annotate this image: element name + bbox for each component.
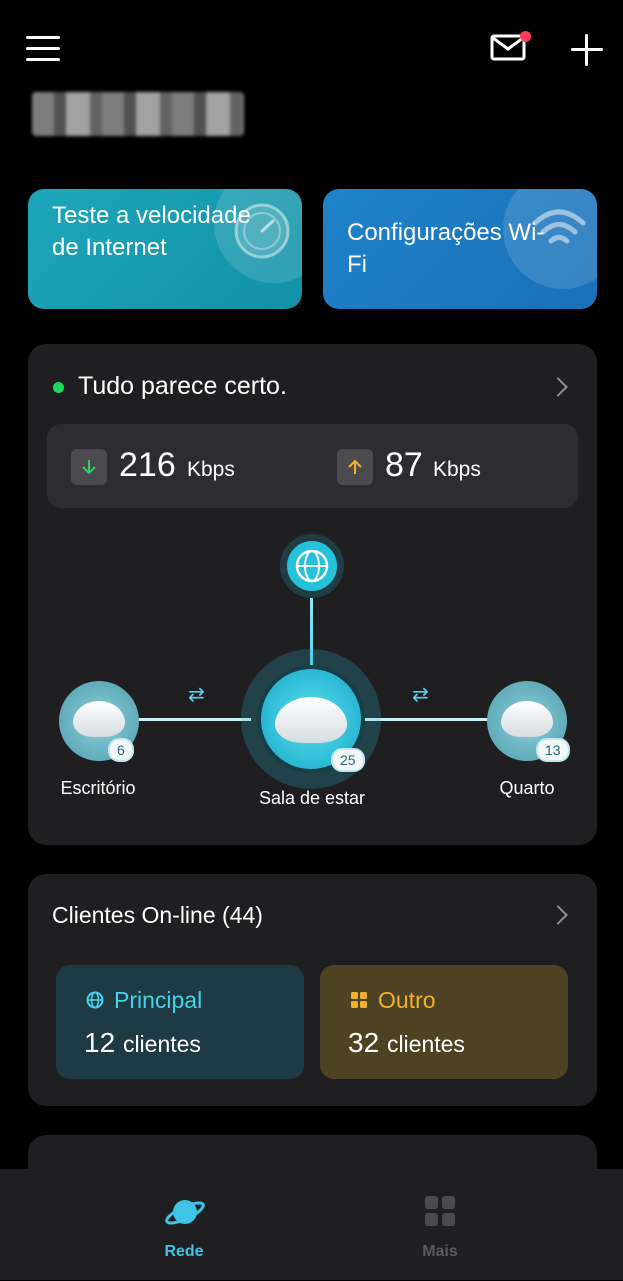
outro-count: 32 bbox=[348, 1027, 380, 1058]
principal-unit: clientes bbox=[122, 1031, 201, 1057]
bottom-nav: Rede Mais bbox=[0, 1169, 623, 1280]
apps-grid-icon bbox=[425, 1196, 455, 1226]
notification-dot bbox=[520, 31, 531, 42]
principal-count-row: 12 clientes bbox=[84, 1027, 201, 1059]
link-left bbox=[121, 718, 251, 721]
router-icon bbox=[73, 701, 125, 737]
outro-count-row: 32 clientes bbox=[348, 1027, 465, 1059]
speed-summary: 216 Kbps 87 Kbps bbox=[47, 424, 578, 508]
upload-unit: Kbps bbox=[433, 458, 481, 481]
download-unit: Kbps bbox=[187, 458, 235, 481]
globe-icon bbox=[287, 541, 337, 591]
nav-item-rede[interactable]: Rede bbox=[144, 1189, 224, 1281]
node-label: Quarto bbox=[499, 778, 555, 798]
wifi-settings-card[interactable]: Configurações Wi-Fi bbox=[323, 189, 597, 309]
nav-item-mais[interactable]: Mais bbox=[400, 1189, 480, 1281]
globe-icon bbox=[86, 991, 104, 1009]
node-label: Sala de estar bbox=[258, 788, 366, 808]
network-status-panel: Tudo parece certo. 216 Kbps 87 Kbps ⇄ ⇄ … bbox=[28, 344, 597, 845]
planet-icon bbox=[165, 1200, 205, 1225]
status-ok-dot bbox=[53, 382, 64, 393]
speed-test-label: Teste a velocidade de Internet bbox=[52, 202, 251, 261]
node-label: Escritório bbox=[60, 778, 136, 798]
principal-network-card[interactable]: Principal 12 clientes bbox=[56, 965, 304, 1079]
online-clients-panel: Clientes On-line (44) Principal 12 clien… bbox=[28, 874, 597, 1106]
chevron-right-icon[interactable] bbox=[548, 377, 568, 397]
network-name-blurred bbox=[32, 92, 244, 136]
chevron-right-icon[interactable] bbox=[548, 905, 568, 925]
speed-test-card[interactable]: Teste a velocidade de Internet bbox=[28, 189, 302, 309]
principal-count: 12 bbox=[84, 1027, 116, 1058]
grid-icon bbox=[351, 992, 367, 1008]
online-clients-title[interactable]: Clientes On-line (44) bbox=[52, 902, 263, 929]
outro-label: Outro bbox=[378, 987, 436, 1013]
other-network-card[interactable]: Outro 32 clientes bbox=[320, 965, 568, 1079]
client-count-badge: 25 bbox=[331, 748, 365, 772]
nav-label-rede: Rede bbox=[164, 1243, 204, 1260]
router-icon bbox=[275, 697, 347, 743]
status-text[interactable]: Tudo parece certo. bbox=[78, 372, 287, 401]
upload-value: 87 bbox=[385, 446, 423, 484]
client-count-badge: 6 bbox=[108, 738, 134, 762]
client-count-badge: 13 bbox=[536, 738, 570, 762]
plus-icon[interactable] bbox=[568, 32, 606, 70]
upload-arrow-icon bbox=[337, 449, 373, 485]
wireless-link-icon: ⇄ bbox=[188, 684, 205, 706]
hamburger-menu-icon[interactable] bbox=[26, 36, 60, 64]
download-value: 216 bbox=[119, 446, 176, 484]
outro-unit: clientes bbox=[386, 1031, 465, 1057]
download-arrow-icon bbox=[71, 449, 107, 485]
wifi-settings-label: Configurações Wi-Fi bbox=[347, 219, 545, 278]
nav-label-mais: Mais bbox=[422, 1243, 458, 1260]
router-icon bbox=[501, 701, 553, 737]
principal-label: Principal bbox=[114, 987, 203, 1013]
wireless-link-icon: ⇄ bbox=[412, 684, 429, 706]
